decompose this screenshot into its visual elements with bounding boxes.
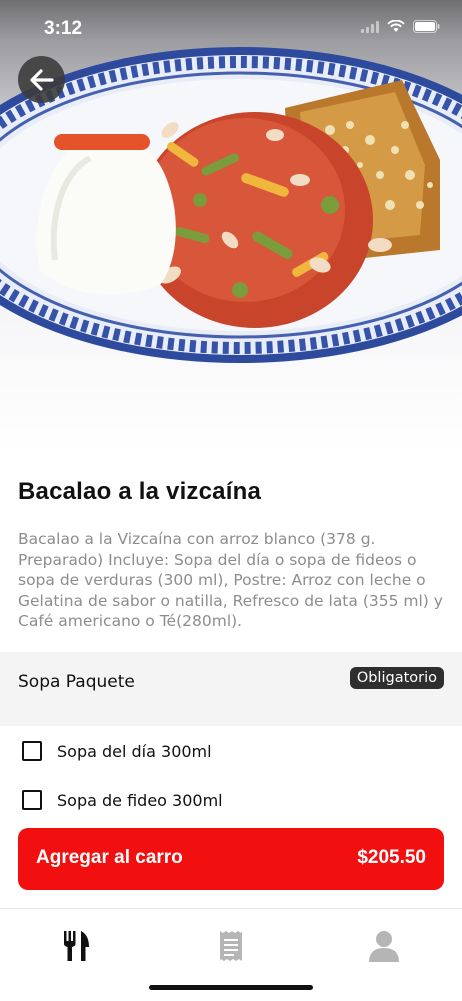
- status-time: 3:12: [44, 18, 83, 39]
- receipt-icon: [220, 931, 242, 961]
- back-button[interactable]: [18, 56, 65, 103]
- required-badge: Obligatorio: [349, 667, 444, 689]
- menu-icon: [64, 931, 89, 961]
- section-title: Sopa Paquete: [18, 672, 135, 692]
- tab-orders[interactable]: [206, 923, 256, 969]
- tab-menu[interactable]: [52, 923, 102, 969]
- option-sopa-del-dia[interactable]: Sopa del día 300ml: [22, 739, 212, 763]
- tab-profile[interactable]: [359, 923, 409, 969]
- checkbox[interactable]: [22, 741, 42, 761]
- cart-price: $205.50: [357, 847, 426, 868]
- add-to-cart-button[interactable]: Agregar al carro $205.50: [18, 828, 444, 890]
- profile-icon: [369, 931, 399, 962]
- option-label: Sopa de fideo 300ml: [57, 790, 223, 810]
- dish-photo: [0, 47, 462, 363]
- option-label: Sopa del día 300ml: [57, 741, 212, 761]
- option-sopa-de-fideo[interactable]: Sopa de fideo 300ml: [22, 788, 223, 812]
- wifi-icon: [387, 20, 405, 32]
- hero-image: [0, 0, 462, 455]
- arrow-left-icon: [29, 68, 54, 91]
- signal-icon: [361, 20, 379, 33]
- product-title: Bacalao a la vizcaína: [18, 478, 262, 505]
- checkbox[interactable]: [22, 790, 42, 810]
- battery-icon: [413, 20, 440, 33]
- status-bar: 3:12: [0, 0, 462, 58]
- status-icons: [361, 20, 440, 33]
- add-to-cart-label: Agregar al carro: [36, 847, 183, 868]
- home-indicator: [149, 985, 313, 990]
- product-description: Bacalao a la Vizcaína con arroz blanco (…: [18, 530, 443, 630]
- section-header: Sopa Paquete Obligatorio: [0, 652, 462, 726]
